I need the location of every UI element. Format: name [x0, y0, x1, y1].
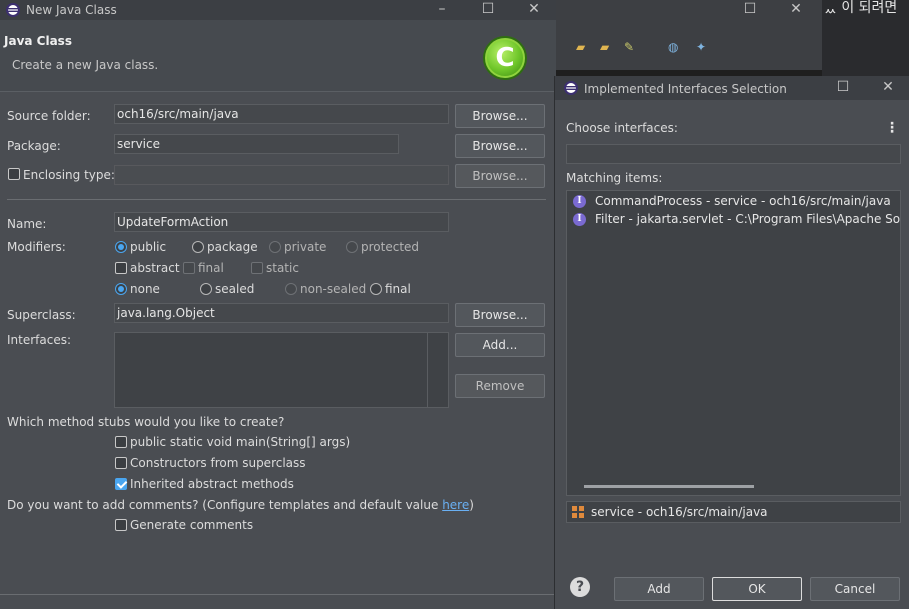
globe-icon[interactable]: ◍: [668, 40, 684, 54]
modifier-protected-label: protected: [361, 240, 420, 254]
modifier-public-radio[interactable]: [115, 241, 127, 253]
selection-add-button[interactable]: Add: [614, 577, 704, 601]
matching-items-label: Matching items:: [566, 171, 663, 185]
new-java-class-dialog: New Java Class – ☐ ✕ Java Class Create a…: [0, 0, 556, 609]
bg-maximize-icon[interactable]: ☐: [728, 0, 772, 20]
class-name-field[interactable]: UpdateFormAction: [114, 212, 449, 232]
generate-comments-label: Generate comments: [130, 518, 254, 532]
source-folder-browse-button[interactable]: Browse...: [455, 104, 545, 128]
source-folder-field[interactable]: och16/src/main/java: [114, 104, 449, 124]
source-folder-label: Source folder:: [7, 109, 91, 123]
sealing-sealed-radio[interactable]: [200, 283, 212, 295]
selection-maximize-icon[interactable]: ☐: [821, 78, 865, 98]
sealing-sealed-label: sealed: [215, 282, 255, 296]
package-field[interactable]: service: [114, 134, 399, 154]
superclass-field[interactable]: java.lang.Object: [114, 303, 449, 323]
sealing-final-radio[interactable]: [370, 283, 382, 295]
selection-close-icon[interactable]: ✕: [866, 78, 909, 98]
modifier-final-checkbox[interactable]: [183, 262, 195, 274]
comments-question: Do you want to add comments? (Configure …: [7, 498, 474, 512]
modifier-abstract-label: abstract: [130, 261, 180, 275]
list-horizontal-scrollbar[interactable]: [584, 485, 754, 488]
korean-text: ᆻ 이 되려면: [824, 0, 898, 16]
dialog-header: [0, 20, 556, 92]
modifier-package-radio[interactable]: [192, 241, 204, 253]
more-options-icon[interactable]: ⋮: [885, 120, 899, 136]
bottom-separator: [0, 594, 556, 595]
bg-close-icon[interactable]: ✕: [774, 0, 818, 20]
modifiers-label: Modifiers:: [7, 240, 66, 254]
list-item[interactable]: I CommandProcess - service - och16/src/m…: [567, 193, 900, 211]
java-class-badge-icon: C: [485, 38, 525, 78]
package-browse-button[interactable]: Browse...: [455, 134, 545, 158]
interfaces-add-button[interactable]: Add...: [455, 333, 545, 357]
folder-icon[interactable]: ▰: [576, 40, 592, 54]
sealing-none-label: none: [130, 282, 160, 296]
modifier-static-checkbox[interactable]: [251, 262, 263, 274]
interfaces-remove-button[interactable]: Remove: [455, 374, 545, 398]
stub-main-label: public static void main(String[] args): [130, 435, 351, 449]
enclosing-type-checkbox[interactable]: [8, 168, 20, 180]
name-label: Name:: [7, 217, 47, 231]
help-icon[interactable]: ?: [570, 577, 590, 597]
choose-interfaces-label: Choose interfaces:: [566, 121, 678, 135]
list-item[interactable]: I Filter - jakarta.servlet - C:\Program …: [567, 211, 900, 229]
selection-dialog-title: Implemented Interfaces Selection: [584, 82, 787, 96]
stub-inherited-checkbox[interactable]: [115, 478, 127, 490]
run-icon[interactable]: ✦: [696, 40, 712, 54]
selection-ok-button[interactable]: OK: [712, 577, 802, 601]
superclass-browse-button[interactable]: Browse...: [455, 303, 545, 327]
minimize-icon[interactable]: –: [420, 0, 464, 20]
separator: [7, 199, 546, 200]
matching-items-list[interactable]: I CommandProcess - service - och16/src/m…: [566, 190, 901, 496]
stub-constructors-checkbox[interactable]: [115, 457, 127, 469]
modifier-static-label: static: [266, 261, 299, 275]
dialog-title: New Java Class: [26, 3, 117, 17]
selection-cancel-button[interactable]: Cancel: [810, 577, 900, 601]
background-toolbar: ☐ ✕ ▰ ▰ ✎ ◍ ✦: [556, 0, 822, 70]
modifier-package-label: package: [207, 240, 258, 254]
stub-constructors-label: Constructors from superclass: [130, 456, 306, 470]
maximize-icon[interactable]: ☐: [466, 0, 510, 20]
modifier-private-radio[interactable]: [269, 241, 281, 253]
enclosing-type-browse-button[interactable]: Browse...: [455, 164, 545, 188]
sealing-non-sealed-radio[interactable]: [285, 283, 297, 295]
selection-title-bar: Implemented Interfaces Selection ☐ ✕: [555, 76, 909, 100]
package-label: Package:: [7, 139, 61, 153]
interfaces-label: Interfaces:: [7, 333, 72, 347]
title-bar: New Java Class – ☐ ✕: [0, 0, 556, 20]
modifier-private-label: private: [284, 240, 327, 254]
sealing-non-sealed-label: non-sealed: [300, 282, 367, 296]
stubs-question: Which method stubs would you like to cre…: [7, 415, 285, 429]
superclass-label: Superclass:: [7, 308, 76, 322]
interfaces-scrollbar[interactable]: [427, 333, 448, 407]
configure-templates-link[interactable]: here: [442, 498, 469, 512]
sealing-none-radio[interactable]: [115, 283, 127, 295]
interface-icon: I: [573, 213, 586, 226]
selected-package-field: service - och16/src/main/java: [566, 501, 901, 523]
sealing-final-label: final: [385, 282, 411, 296]
generate-comments-checkbox[interactable]: [115, 519, 127, 531]
modifier-final-label: final: [198, 261, 224, 275]
modifier-protected-radio[interactable]: [346, 241, 358, 253]
package-icon: [572, 506, 584, 518]
modifier-abstract-checkbox[interactable]: [115, 262, 127, 274]
header-title: Java Class: [4, 34, 72, 48]
open-folder-icon[interactable]: ▰: [600, 40, 616, 54]
pen-icon[interactable]: ✎: [624, 40, 640, 54]
eclipse-icon: [564, 81, 578, 95]
close-icon[interactable]: ✕: [512, 0, 556, 20]
enclosing-type-label: Enclosing type:: [23, 168, 115, 182]
eclipse-icon: [6, 3, 20, 17]
interfaces-selection-dialog: Implemented Interfaces Selection ☐ ✕ Cho…: [554, 76, 909, 609]
enclosing-type-field[interactable]: [114, 165, 449, 185]
interface-icon: I: [573, 195, 586, 208]
header-subtitle: Create a new Java class.: [12, 58, 159, 72]
stub-main-checkbox[interactable]: [115, 436, 127, 448]
interfaces-list[interactable]: [114, 332, 449, 408]
modifier-public-label: public: [130, 240, 167, 254]
interface-filter-input[interactable]: [566, 144, 901, 164]
stub-inherited-label: Inherited abstract methods: [130, 477, 294, 491]
